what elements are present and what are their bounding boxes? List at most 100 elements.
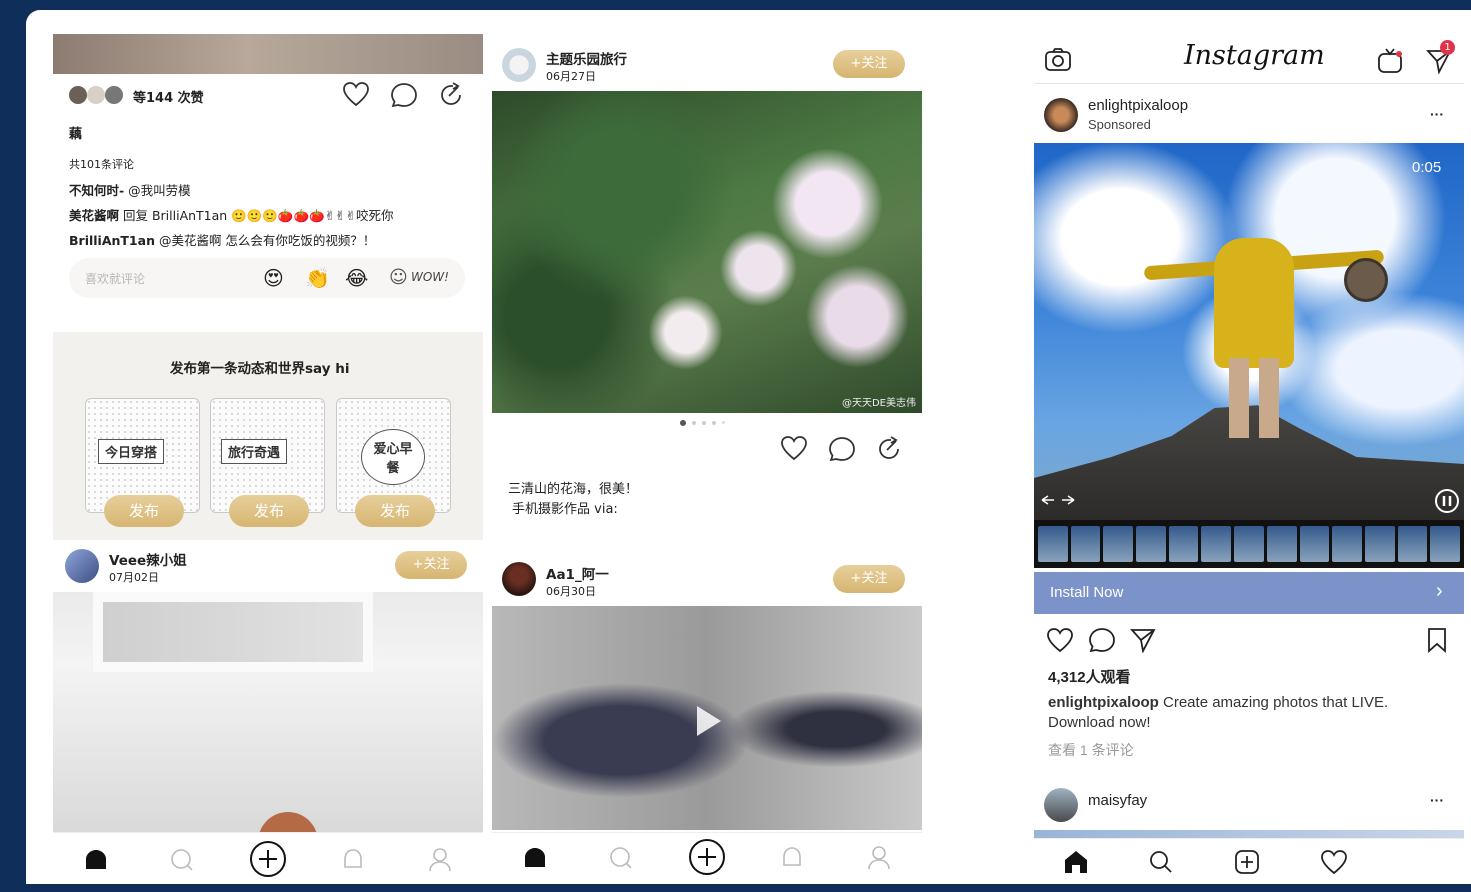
profile-icon[interactable] [427,846,453,874]
post-photo[interactable]: @天天DE美志伟 [492,91,922,413]
avatar[interactable] [502,562,536,596]
post-caption: enlightpixaloop Create amazing photos th… [1048,694,1388,711]
bookmark-icon[interactable] [1426,627,1448,653]
post-photo-top[interactable] [53,34,483,74]
follow-button[interactable]: +关注 [395,551,467,579]
share-icon[interactable] [876,435,902,461]
profile-icon[interactable] [866,844,892,872]
post-username[interactable]: Veee辣小姐 [109,549,187,569]
avatar[interactable] [502,48,536,82]
chevron-right-icon: › [1436,580,1443,602]
comment-user[interactable]: 美花酱啊 [69,208,119,223]
post-caption-line1: 三清山的花海，很美！ [508,482,639,497]
camera-icon[interactable] [1044,47,1072,73]
next-post-username[interactable]: maisyfay [1088,792,1147,809]
post-photo[interactable] [53,592,483,834]
feed-panel-middle: 主题乐园旅行 06月27日 +关注 @天天DE美志伟 三清山的花海，很美！ 手机… [492,10,922,884]
activity-heart-icon[interactable] [1320,849,1348,875]
photo-watermark: @天天DE美志伟 [841,398,916,409]
comment-icon[interactable] [828,436,856,462]
avatar[interactable] [1044,98,1078,132]
caption-username[interactable]: enlightpixaloop [1048,694,1159,711]
comment-3: BrilliAnT1an @美花酱啊 怎么会有你吃饭的视频？！ [69,230,375,249]
heart-eyes-emoji-icon[interactable]: 😍 [263,266,284,290]
comment-text: @美花酱啊 怎么会有你吃饭的视频？！ [154,233,376,248]
view-count[interactable]: 4,312人观看 [1048,666,1131,687]
share-icon[interactable] [438,81,464,107]
video-filter-strip[interactable] [1034,520,1464,568]
publish-prompt-title: 发布第一条动态和世界say hi [170,361,350,377]
sponsored-label: Sponsored [1088,117,1151,132]
notifications-icon[interactable] [780,845,804,871]
search-icon[interactable] [169,847,195,873]
avatar[interactable] [1044,788,1078,822]
comment-user[interactable]: BrilliAnT1an [69,233,155,248]
igtv-icon[interactable] [1376,47,1404,75]
pause-icon[interactable] [1434,488,1460,514]
heart-icon[interactable] [342,81,370,107]
bottom-nav [492,832,922,884]
account-name[interactable]: enlightpixaloop [1088,97,1188,114]
notifications-icon[interactable] [341,847,365,873]
comment-text: @我叫劳模 [124,183,191,198]
liker-avatars [69,86,127,104]
publish-card-label: 爱心早餐 [361,429,425,485]
install-now-bar[interactable]: Install Now › [1034,572,1464,614]
more-options-icon[interactable]: ··· [1430,792,1444,808]
comment-user[interactable]: 不知何时- [69,183,124,198]
home-icon[interactable] [83,847,109,871]
comment-input-bar[interactable]: 喜欢就评论 😍 👏 😂 ☺ WOW! [69,258,465,298]
post-caption-line2: 手机摄影作品 via: [512,502,618,517]
follow-button[interactable]: +关注 [833,50,905,78]
more-options-icon[interactable]: ··· [1430,106,1444,122]
bottom-nav [1034,838,1464,884]
search-icon[interactable] [1148,849,1174,875]
publish-card-breakfast[interactable]: 爱心早餐 发布 [336,398,451,527]
comment-text: 回复 BrilliAnT1an 🙂🙂🙂🍅🍅🍅✌✌✌咬死你 [119,208,394,223]
person-coat [1214,238,1294,368]
wow-label[interactable]: WOW! [411,270,449,284]
post-date: 06月30日 [546,585,596,598]
clap-emoji-icon[interactable]: 👏 [305,266,330,290]
publish-card-travel[interactable]: 旅行奇遇 发布 [210,398,325,527]
publish-button[interactable]: 发布 [229,495,309,527]
follow-button[interactable]: +关注 [833,565,905,593]
home-icon[interactable] [1062,849,1090,875]
screenshot-frame: 等144 次赞 藕 共101条评论 不知何时- @我叫劳模 美花酱啊 回复 Br… [26,10,1471,884]
comment-count[interactable]: 共101条评论 [69,156,134,172]
carousel-dots[interactable] [680,419,740,427]
sponsored-video[interactable]: 0:05 [1034,143,1464,520]
comment-input-placeholder: 喜欢就评论 [85,272,146,286]
post-date: 07月02日 [109,571,159,584]
undo-redo-icon[interactable] [1040,493,1076,507]
post-username[interactable]: 主题乐园旅行 [546,48,627,68]
publish-button[interactable]: 发布 [104,495,184,527]
smiley-icon[interactable]: ☺ [389,267,408,288]
header-divider [1034,83,1464,84]
heart-icon[interactable] [780,435,808,461]
comment-icon[interactable] [1088,627,1116,653]
instagram-logo: Instagram [1184,40,1325,71]
search-icon[interactable] [608,845,634,871]
send-icon[interactable] [1130,627,1156,653]
video-timestamp: 0:05 [1412,159,1442,176]
post-username[interactable]: Aa1_阿一 [546,563,609,583]
avatar[interactable] [65,549,99,583]
home-icon[interactable] [522,845,548,869]
publish-card-label: 今日穿搭 [98,439,165,464]
comment-icon[interactable] [390,82,418,108]
bottom-nav [53,832,483,884]
laugh-emoji-icon[interactable]: 😂 [345,266,368,290]
add-post-icon[interactable] [249,840,287,878]
heart-icon[interactable] [1046,627,1074,653]
next-post-photo[interactable] [1034,830,1464,838]
caption-line2: Download now! [1048,714,1151,731]
publish-card-outfit[interactable]: 今日穿搭 发布 [85,398,200,527]
publish-button[interactable]: 发布 [355,495,435,527]
add-post-icon[interactable] [688,838,726,876]
hat-shape [1344,258,1388,302]
view-comments-link[interactable]: 查看 1 条评论 [1048,740,1134,760]
play-icon[interactable] [687,701,727,741]
new-post-icon[interactable] [1234,849,1260,875]
post-video[interactable] [492,606,922,830]
